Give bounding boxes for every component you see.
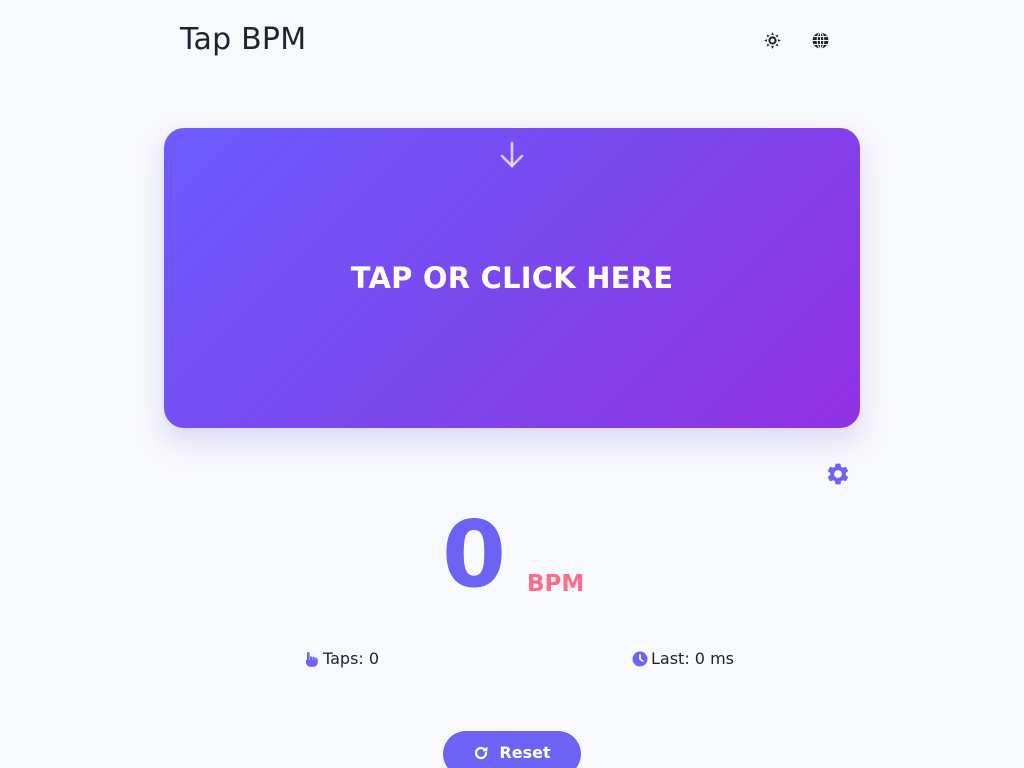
bpm-unit: BPM	[527, 571, 585, 597]
globe-icon	[812, 31, 828, 49]
reset-button[interactable]: Reset	[443, 731, 581, 768]
tap-label: TAP OR CLICK HERE	[350, 261, 674, 295]
taps-label: Taps: 0	[323, 649, 380, 668]
arrow-down-icon	[500, 141, 524, 168]
sun-icon	[763, 31, 781, 49]
settings-button[interactable]	[825, 461, 851, 487]
clock-icon	[632, 651, 648, 667]
last-interval-stat: Last: 0 ms	[632, 648, 734, 670]
last-interval-label: Last: 0 ms	[651, 649, 734, 668]
app-page: Tap BPM TAP OR CLICK HERE 0 BPM Taps: 0 …	[0, 0, 1024, 768]
bpm-value: 0	[441, 501, 506, 608]
language-button[interactable]	[808, 28, 832, 52]
redo-icon	[475, 746, 488, 760]
taps-stat: Taps: 0	[304, 648, 379, 670]
gear-icon	[827, 463, 849, 485]
reset-label: Reset	[499, 743, 551, 762]
theme-toggle-button[interactable]	[760, 28, 784, 52]
app-title: Tap BPM	[180, 22, 307, 57]
hand-pointer-icon	[306, 652, 318, 667]
tap-area[interactable]: TAP OR CLICK HERE	[164, 128, 860, 428]
